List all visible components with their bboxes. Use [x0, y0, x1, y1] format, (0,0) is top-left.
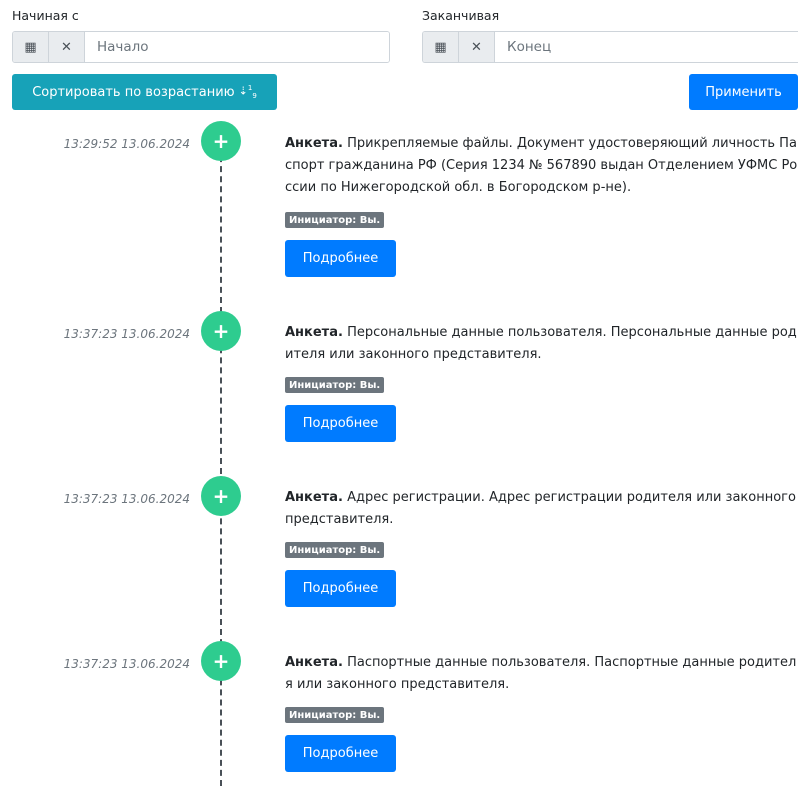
clear-icon[interactable]: ✕ — [459, 32, 495, 62]
event-title: Анкета. — [285, 655, 343, 670]
event-title: Анкета. — [285, 136, 343, 151]
to-date-label: Заканчивая — [422, 8, 500, 23]
initiator-badge: Инициатор: Вы. — [285, 377, 385, 393]
event-description: Анкета. Паспортные данные пользователя. … — [285, 652, 798, 696]
sort-button-label: Сортировать по возрастанию — [32, 84, 235, 100]
plus-icon: + — [201, 121, 241, 161]
from-date-input[interactable] — [85, 32, 389, 62]
clear-icon[interactable]: ✕ — [49, 32, 85, 62]
event-time: 13:37:23 13.06.2024 — [63, 657, 190, 671]
event-text: Паспортные данные пользователя. Паспортн… — [285, 655, 797, 692]
event-description: Анкета. Прикрепляемые файлы. Документ уд… — [285, 133, 798, 199]
plus-icon: + — [201, 311, 241, 351]
event-title: Анкета. — [285, 325, 343, 340]
event-text: Адрес регистрации. Адрес регистрации род… — [285, 490, 796, 527]
sort-numeric-asc-icon: ⇣19 — [238, 83, 257, 100]
event-description: Анкета. Адрес регистрации. Адрес регистр… — [285, 487, 798, 531]
event-title: Анкета. — [285, 490, 343, 505]
details-button[interactable]: Подробнее — [285, 240, 396, 277]
calendar-icon[interactable]: ▦ — [423, 32, 459, 62]
from-date-label: Начиная с — [12, 8, 79, 23]
details-button[interactable]: Подробнее — [285, 405, 396, 442]
event-description: Анкета. Персональные данные пользователя… — [285, 322, 798, 366]
event-text: Прикрепляемые файлы. Документ удостоверя… — [285, 136, 798, 195]
apply-button[interactable]: Применить — [689, 74, 798, 110]
initiator-badge: Инициатор: Вы. — [285, 707, 385, 723]
calendar-icon[interactable]: ▦ — [13, 32, 49, 62]
initiator-badge: Инициатор: Вы. — [285, 542, 385, 558]
details-button[interactable]: Подробнее — [285, 735, 396, 772]
to-date-group: ▦ ✕ — [422, 31, 798, 63]
event-text: Персональные данные пользователя. Персон… — [285, 325, 797, 362]
timeline-line — [220, 146, 222, 786]
event-time: 13:37:23 13.06.2024 — [63, 492, 190, 506]
to-date-input[interactable] — [495, 32, 798, 62]
sort-ascending-button[interactable]: Сортировать по возрастанию ⇣19 — [12, 74, 277, 110]
plus-icon: + — [201, 641, 241, 681]
plus-icon: + — [201, 476, 241, 516]
initiator-badge: Инициатор: Вы. — [285, 212, 385, 228]
event-time: 13:37:23 13.06.2024 — [63, 327, 190, 341]
details-button[interactable]: Подробнее — [285, 570, 396, 607]
event-time: 13:29:52 13.06.2024 — [63, 137, 190, 151]
from-date-group: ▦ ✕ — [12, 31, 390, 63]
